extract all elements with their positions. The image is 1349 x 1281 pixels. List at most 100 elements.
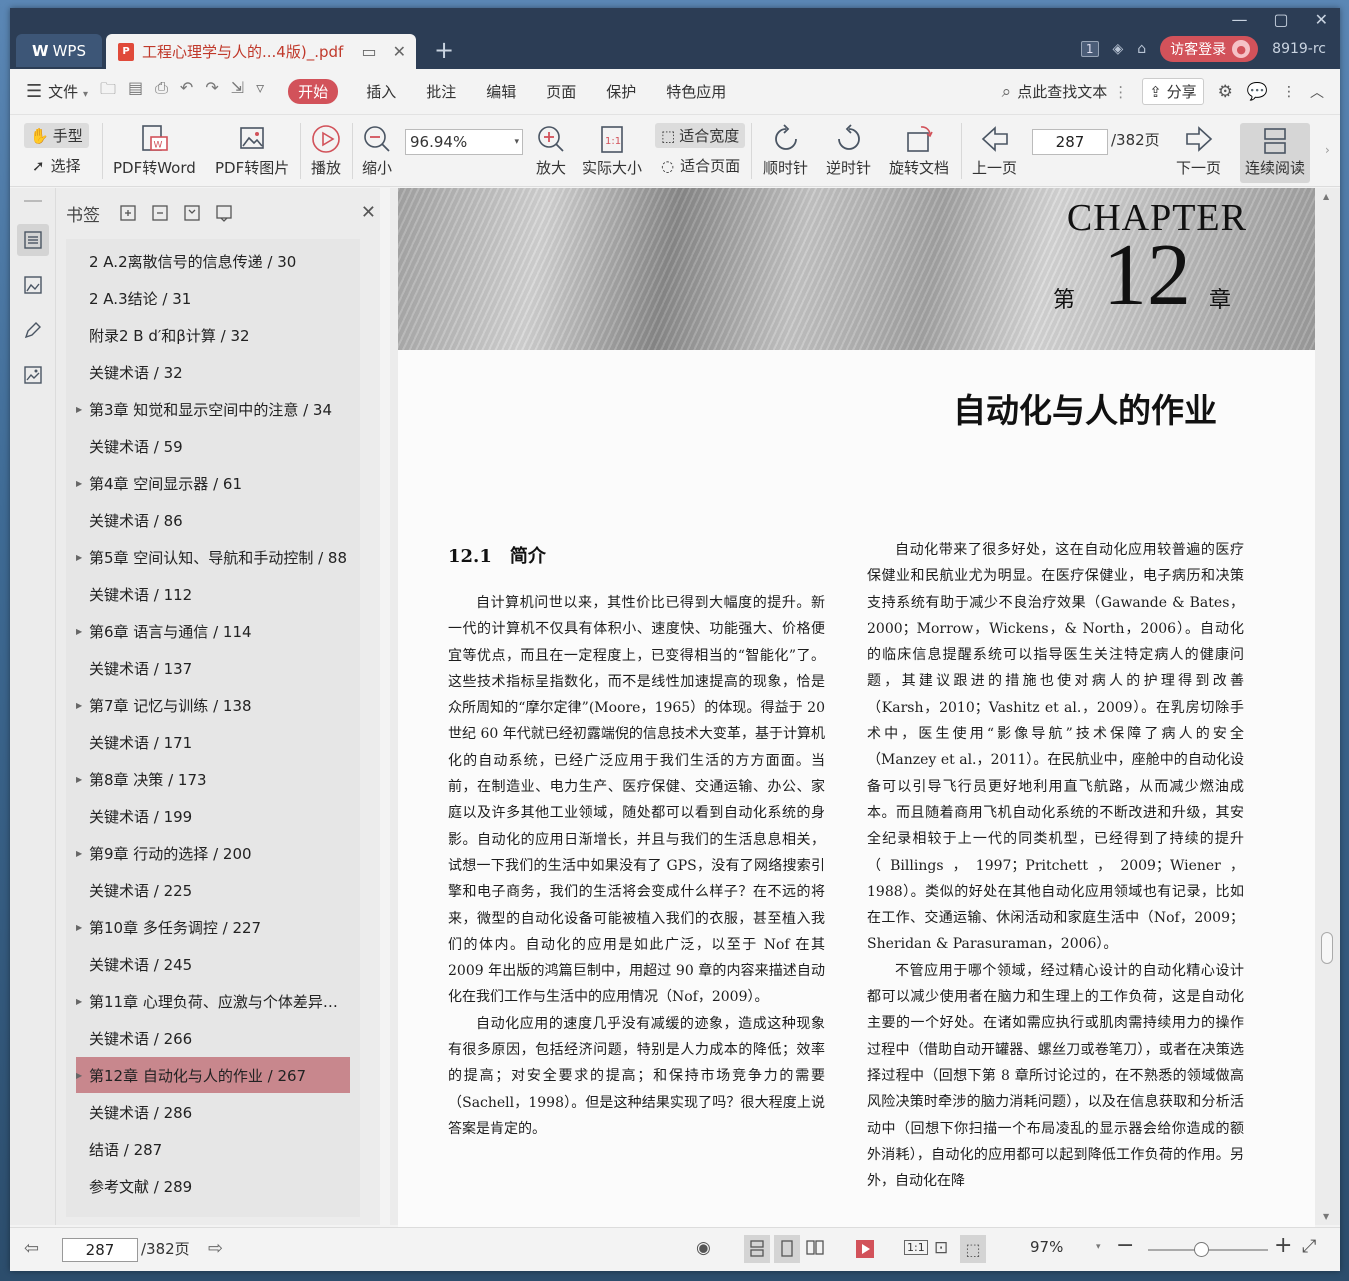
zoom-select[interactable]: 96.94% ▾ — [405, 129, 523, 155]
bookmark-item[interactable]: ▶ 第5章 空间认知、导航和手动控制 / 88 — [76, 539, 350, 575]
fit-width-status-icon[interactable]: ⬚ — [960, 1235, 986, 1263]
print-icon[interactable]: ⎙ — [155, 78, 168, 105]
expand-arrow-icon[interactable]: ▶ — [76, 997, 82, 1006]
image-extract-panel-button[interactable] — [17, 359, 49, 391]
bookmark-item[interactable]: 关键术语 / 59 — [76, 428, 350, 464]
zoom-out-button[interactable]: 缩小 — [361, 121, 393, 178]
bookmark-item[interactable]: 关键术语 / 225 — [76, 872, 350, 908]
bookmark-item[interactable]: 关键术语 / 137 — [76, 650, 350, 686]
rotate-counterclockwise-button[interactable]: 逆时针 — [826, 121, 871, 178]
bookmark-item[interactable]: 关键术语 / 112 — [76, 576, 350, 612]
bookmark-item[interactable]: 参考文献 / 289 — [76, 1168, 350, 1204]
bookmark-item[interactable]: ▶ 第11章 心理负荷、应激与个体差异：... — [76, 983, 350, 1019]
tab-protect[interactable]: 保护 — [606, 81, 636, 102]
tab-start[interactable]: 开始 — [288, 79, 339, 104]
hand-tool-button[interactable]: ✋ 手型 — [24, 123, 89, 148]
close-panel-icon[interactable]: ✕ — [361, 202, 376, 223]
rotate-clockwise-button[interactable]: 顺时针 — [763, 121, 808, 178]
actual-size-status-icon[interactable]: 1:1 — [904, 1240, 928, 1255]
expand-arrow-icon[interactable]: ▶ — [76, 479, 82, 488]
bookmark-icon[interactable] — [214, 203, 234, 223]
bookmark-item[interactable]: 关键术语 / 199 — [76, 798, 350, 834]
fullscreen-icon[interactable]: ⤢ — [1302, 1236, 1316, 1257]
zoom-slider-knob[interactable] — [1194, 1242, 1209, 1257]
zoom-slider[interactable] — [1148, 1242, 1268, 1257]
expand-arrow-icon[interactable]: ▶ — [76, 849, 82, 858]
bookmark-item[interactable]: ▶ 第8章 决策 / 173 — [76, 761, 350, 797]
bookmark-item[interactable]: 关键术语 / 286 — [76, 1094, 350, 1130]
expand-arrow-icon[interactable]: ▶ — [76, 405, 82, 414]
continuous-view-icon[interactable] — [744, 1235, 770, 1263]
expand-arrow-icon[interactable]: ▶ — [76, 553, 82, 562]
fit-page-button[interactable]: ◌ 适合页面 — [661, 155, 740, 176]
status-zoom-value[interactable]: 97% — [1030, 1238, 1063, 1256]
bookmark-item[interactable]: ▶ 第3章 知觉和显示空间中的注意 / 34 — [76, 391, 350, 427]
zoom-plus-icon[interactable]: + — [1274, 1233, 1292, 1258]
expand-all-icon[interactable] — [118, 203, 138, 223]
menu-file[interactable]: 文件 ▾ — [48, 81, 88, 102]
bookmark-item[interactable]: ▶ 第10章 多任务调控 / 227 — [76, 909, 350, 945]
bookmark-item[interactable]: 附录2 B d′和β计算 / 32 — [76, 317, 350, 353]
select-tool-button[interactable]: ➚ 选择 — [32, 155, 81, 176]
rotate-document-button[interactable]: 旋转文档 — [889, 121, 949, 178]
fit-width-button[interactable]: ⬚ 适合宽度 — [655, 123, 746, 148]
tab-edit[interactable]: 编辑 — [486, 81, 516, 102]
tab-annotate[interactable]: 批注 — [426, 81, 456, 102]
bookmark-item[interactable]: 关键术语 / 245 — [76, 946, 350, 982]
document-viewer[interactable]: CHAPTER 第 12 章 自动化与人的作业 12.1 简介 自计算机问世以来… — [390, 188, 1340, 1228]
pdf-to-image-button[interactable]: PDF转图片 — [215, 121, 289, 178]
bookmark-item[interactable]: 关键术语 / 32 — [76, 354, 350, 390]
bookmark-item[interactable]: ▶ 第4章 空间显示器 / 61 — [76, 465, 350, 501]
close-window-icon[interactable]: ✕ — [1315, 10, 1328, 29]
eye-care-icon[interactable]: ◉ — [696, 1238, 711, 1258]
skin-icon[interactable]: ◈ — [1113, 41, 1124, 57]
actual-size-button[interactable]: 1:1 实际大小 — [582, 121, 642, 178]
close-tab-icon[interactable]: ✕ — [393, 42, 406, 61]
bookmark-panel-button[interactable] — [17, 224, 49, 256]
document-scrollbar-thumb[interactable] — [1321, 932, 1333, 964]
expand-arrow-icon[interactable]: ▶ — [76, 923, 82, 932]
redo-icon[interactable]: ↷ — [205, 78, 218, 105]
scroll-up-icon[interactable]: ▲ — [1323, 192, 1329, 201]
scroll-down-icon[interactable]: ▼ — [1323, 1212, 1329, 1221]
annotation-panel-button[interactable] — [17, 314, 49, 346]
hamburger-icon[interactable]: ☰ — [26, 81, 42, 102]
single-page-icon[interactable] — [774, 1235, 800, 1263]
slideshow-icon[interactable] — [855, 1239, 875, 1259]
status-prev-page-icon[interactable]: ⇦ — [24, 1238, 39, 1259]
document-scrollbar[interactable]: ▲ ▼ — [1320, 188, 1334, 1225]
status-page-input[interactable]: 287 — [62, 1238, 138, 1262]
more-dropdown-icon[interactable]: ▿ — [256, 78, 264, 105]
save-icon[interactable]: ▤ — [128, 78, 143, 105]
more-vertical-icon[interactable]: ⋮ — [1113, 83, 1128, 101]
undo-icon[interactable]: ↶ — [180, 78, 193, 105]
prev-page-button[interactable]: 上一页 — [972, 121, 1017, 178]
collapse-all-icon[interactable] — [150, 203, 170, 223]
bookmark-item[interactable]: 关键术语 / 266 — [76, 1020, 350, 1056]
open-folder-icon[interactable]: 🗀 — [100, 78, 116, 105]
comment-icon[interactable]: 💬 — [1247, 82, 1268, 102]
tab-document[interactable]: P 工程心理学与人的...4版)_.pdf ▭ ✕ — [106, 34, 416, 69]
zoom-minus-icon[interactable]: − — [1116, 1233, 1134, 1258]
bookmark-item[interactable]: ▶ 第7章 记忆与训练 / 138 — [76, 687, 350, 723]
pdf-to-word-button[interactable]: W PDF转Word — [113, 121, 196, 178]
collapse-ribbon-icon[interactable]: ︿ — [1310, 82, 1324, 102]
expand-arrow-icon[interactable]: ▶ — [76, 1071, 82, 1080]
bookmark-item[interactable]: 关键术语 / 171 — [76, 724, 350, 760]
new-tab-button[interactable]: + — [434, 36, 454, 64]
status-next-page-icon[interactable]: ⇨ — [208, 1238, 223, 1259]
bookmark-item[interactable]: 关键术语 / 86 — [76, 502, 350, 538]
tab-insert[interactable]: 插入 — [366, 81, 396, 102]
bookmark-item[interactable]: 2 A.2离散信号的信息传递 / 30 — [76, 243, 350, 279]
tab-wps-home[interactable]: W WPS — [16, 34, 102, 67]
window-count-badge[interactable]: 1 — [1080, 41, 1099, 57]
tab-monitor-icon[interactable]: ▭ — [361, 42, 376, 61]
minimize-icon[interactable]: — — [1231, 10, 1247, 29]
more-icon[interactable]: ⋮ — [1282, 84, 1296, 100]
tab-page[interactable]: 页面 — [546, 81, 576, 102]
shirt-icon[interactable]: ⌂ — [1137, 41, 1146, 57]
play-button[interactable]: 播放 — [310, 121, 342, 178]
guest-login-button[interactable]: 访客登录 ● — [1160, 36, 1259, 62]
tab-special[interactable]: 特色应用 — [666, 81, 726, 102]
share-button[interactable]: ⇪ 分享 — [1142, 78, 1204, 105]
